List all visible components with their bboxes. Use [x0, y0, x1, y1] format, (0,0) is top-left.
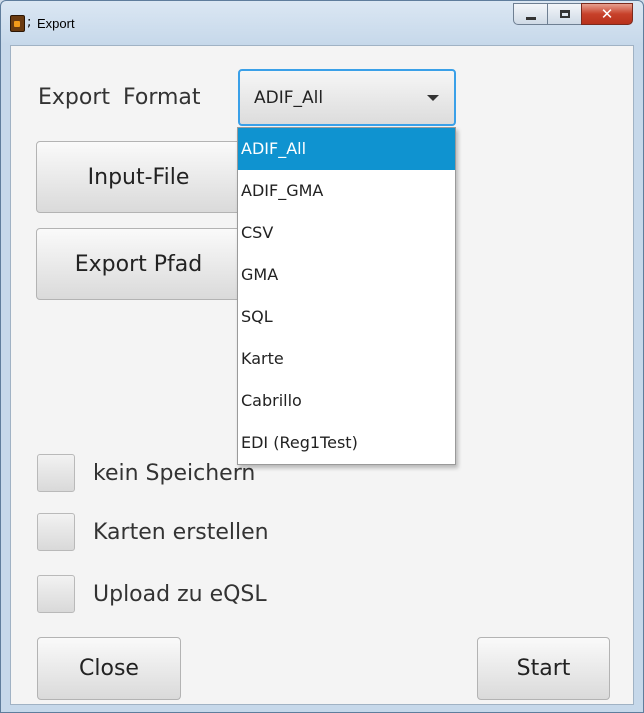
dropdown-option-karte[interactable]: Karte	[238, 338, 455, 380]
dropdown-option-adif-all[interactable]: ADIF_All	[238, 128, 455, 170]
maximize-icon	[559, 10, 570, 18]
minimize-button[interactable]	[513, 3, 547, 25]
dropdown-option-sql[interactable]: SQL	[238, 296, 455, 338]
dropdown-option-cabrillo[interactable]: Cabrillo	[238, 380, 455, 422]
export-path-button[interactable]: Export Pfad	[36, 228, 241, 300]
export-format-select[interactable]: ADIF_All	[238, 69, 456, 126]
chevron-down-icon	[427, 95, 439, 101]
start-button[interactable]: Start	[477, 637, 610, 700]
minimize-icon	[525, 16, 536, 20]
dropdown-option-edi-reg1test[interactable]: EDI (Reg1Test)	[238, 422, 455, 464]
maximize-button[interactable]	[547, 3, 581, 25]
karten-erstellen-checkbox[interactable]	[37, 513, 75, 551]
close-icon: ✕	[600, 4, 614, 23]
close-window-button[interactable]: ✕	[581, 3, 633, 25]
window-title: Export	[37, 16, 75, 31]
upload-eqsl-label: Upload zu eQSL	[93, 581, 267, 607]
checkbox-row-kein-speichern[interactable]: kein Speichern	[37, 453, 255, 493]
window-controls: ✕	[513, 3, 633, 27]
export-format-dropdown: ADIF_All ADIF_GMA CSV GMA SQL Karte Cabr…	[237, 127, 456, 465]
dropdown-option-gma[interactable]: GMA	[238, 254, 455, 296]
title-bar[interactable]: ; Export ✕	[1, 1, 643, 45]
export-format-label: Export Format	[38, 85, 201, 110]
checkbox-row-karten-erstellen[interactable]: Karten erstellen	[37, 512, 269, 552]
upload-eqsl-checkbox[interactable]	[37, 575, 75, 613]
app-icon[interactable]	[10, 15, 25, 32]
checkbox-row-upload-eqsl[interactable]: Upload zu eQSL	[37, 574, 267, 614]
input-file-button[interactable]: Input-File	[36, 141, 241, 213]
kein-speichern-checkbox[interactable]	[37, 454, 75, 492]
close-button[interactable]: Close	[37, 637, 181, 700]
kein-speichern-label: kein Speichern	[93, 460, 256, 486]
dropdown-option-csv[interactable]: CSV	[238, 212, 455, 254]
export-format-value: ADIF_All	[254, 88, 324, 108]
export-window: ; Export ✕ Export Format ADIF_All Input-…	[0, 0, 644, 713]
app-icon-suffix: ;	[27, 15, 32, 30]
karten-erstellen-label: Karten erstellen	[93, 519, 269, 545]
dropdown-option-adif-gma[interactable]: ADIF_GMA	[238, 170, 455, 212]
